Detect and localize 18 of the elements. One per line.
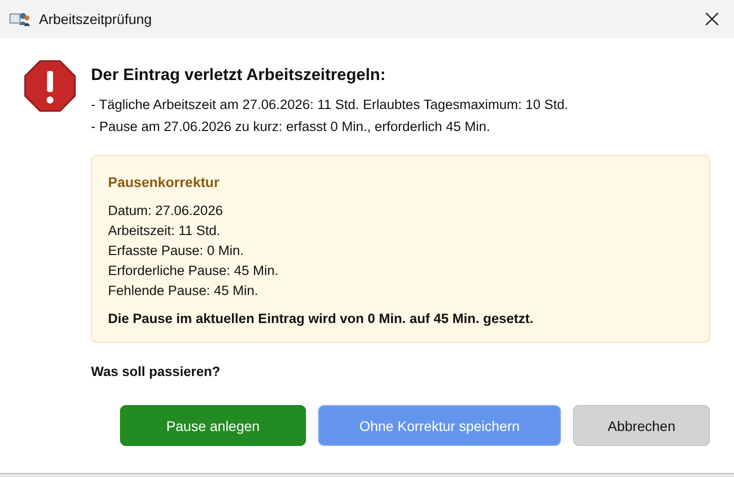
error-heading: Der Eintrag verletzt Arbeitszeitregeln: [91, 66, 387, 85]
window-title: Arbeitszeitprüfung [39, 11, 153, 27]
action-button[interactable]: Abbrechen [573, 405, 710, 446]
app-icon [9, 11, 31, 27]
panel-title: Pausenkorrektur [108, 174, 220, 190]
detail-text: Datum: 27.06.2026 [108, 202, 224, 220]
close-icon[interactable] [705, 12, 719, 26]
question-text: Was soll passieren? [91, 364, 222, 379]
error-icon [24, 60, 76, 112]
action-button[interactable]: Pause anlegen [120, 405, 306, 446]
violation-text: - Tägliche Arbeitszeit am 27.06.2026: 11 Std. Erlaubtes Tagesmaximum: 10 Std. [91, 96, 570, 114]
detail-text: Erfasste Pause: 0 Min. [108, 242, 245, 260]
detail-text: Erforderliche Pause: 45 Min. [108, 262, 280, 280]
violation-text: - Pause am 27.06.2026 zu kurz: erfasst 0 Min., erforderlich 45 Min. [91, 118, 492, 136]
detail-text: Arbeitszeit: 11 Std. [108, 222, 222, 240]
detail-text: Fehlende Pause: 45 Min. [108, 282, 260, 300]
summary-text: Die Pause im aktuellen Eintrag wird von 0 Min. auf 45 Min. gesetzt. [108, 311, 534, 326]
action-button[interactable]: Ohne Korrektur speichern [318, 405, 561, 446]
